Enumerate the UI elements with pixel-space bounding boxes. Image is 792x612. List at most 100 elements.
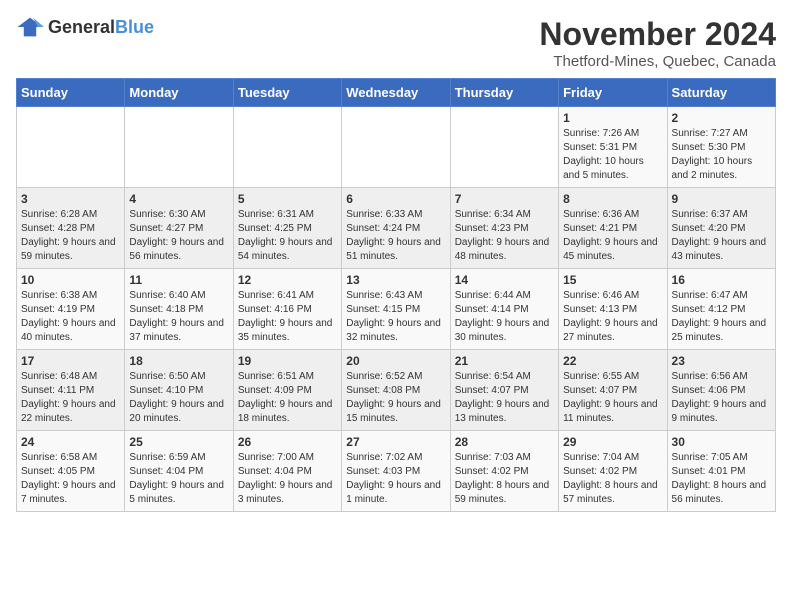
calendar-cell: 30 Sunrise: 7:05 AM Sunset: 4:01 PM Dayli… — [667, 431, 775, 512]
day-info: Sunrise: 6:55 AM Sunset: 4:07 PM Dayligh… — [563, 370, 662, 426]
day-number: 7 — [455, 192, 554, 206]
day-info: Sunrise: 7:26 AM Sunset: 5:31 PM Dayligh… — [563, 127, 662, 183]
calendar-cell: 12 Sunrise: 6:41 AM Sunset: 4:16 PM Dayli… — [233, 269, 341, 350]
day-number: 21 — [455, 354, 554, 368]
day-number: 3 — [21, 192, 120, 206]
day-number: 30 — [672, 435, 771, 449]
calendar-cell: 7 Sunrise: 6:34 AM Sunset: 4:23 PM Daylig… — [450, 188, 558, 269]
calendar-cell: 26 Sunrise: 7:00 AM Sunset: 4:04 PM Dayli… — [233, 431, 341, 512]
day-info: Sunrise: 6:38 AM Sunset: 4:19 PM Dayligh… — [21, 289, 120, 345]
day-number: 27 — [346, 435, 445, 449]
calendar-cell: 8Sunrise: 6:36 AM Sunset: 4:21 PM Daylig… — [559, 188, 667, 269]
calendar-cell: 5Sunrise: 6:31 AM Sunset: 4:25 PM Daylig… — [233, 188, 341, 269]
day-number: 11 — [129, 273, 228, 287]
month-title: November 2024 — [539, 16, 776, 53]
calendar-cell: 28 Sunrise: 7:03 AM Sunset: 4:02 PM Dayli… — [450, 431, 558, 512]
week-row-3: 17 Sunrise: 6:48 AM Sunset: 4:11 PM Dayli… — [17, 350, 776, 431]
day-info: Sunrise: 7:04 AM Sunset: 4:02 PM Dayligh… — [563, 451, 662, 507]
logo-blue: Blue — [115, 17, 154, 38]
calendar-cell — [342, 107, 450, 188]
calendar-cell — [125, 107, 233, 188]
calendar-cell: 16Sunrise: 6:47 AM Sunset: 4:12 PM Dayli… — [667, 269, 775, 350]
day-info: Sunrise: 6:34 AM Sunset: 4:23 PM Dayligh… — [455, 208, 554, 264]
day-info: Sunrise: 6:58 AM Sunset: 4:05 PM Dayligh… — [21, 451, 120, 507]
week-row-1: 3 Sunrise: 6:28 AM Sunset: 4:28 PM Daylig… — [17, 188, 776, 269]
day-number: 16 — [672, 273, 771, 287]
day-number: 9 — [672, 192, 771, 206]
day-number: 17 — [21, 354, 120, 368]
day-number: 24 — [21, 435, 120, 449]
day-info: Sunrise: 7:05 AM Sunset: 4:01 PM Dayligh… — [672, 451, 771, 507]
day-number: 15 — [563, 273, 662, 287]
header-sunday: Sunday — [17, 79, 125, 107]
day-number: 12 — [238, 273, 337, 287]
calendar-cell — [233, 107, 341, 188]
calendar-cell — [450, 107, 558, 188]
location-subtitle: Thetford-Mines, Quebec, Canada — [539, 53, 776, 70]
calendar-cell: 10 Sunrise: 6:38 AM Sunset: 4:19 PM Dayli… — [17, 269, 125, 350]
day-info: Sunrise: 6:40 AM Sunset: 4:18 PM Dayligh… — [129, 289, 228, 345]
day-info: Sunrise: 6:28 AM Sunset: 4:28 PM Dayligh… — [21, 208, 120, 264]
week-row-2: 10 Sunrise: 6:38 AM Sunset: 4:19 PM Dayli… — [17, 269, 776, 350]
calendar-header-row: SundayMondayTuesdayWednesdayThursdayFrid… — [17, 79, 776, 107]
day-number: 10 — [21, 273, 120, 287]
day-number: 4 — [129, 192, 228, 206]
calendar-cell: 17 Sunrise: 6:48 AM Sunset: 4:11 PM Dayli… — [17, 350, 125, 431]
week-row-0: 1 Sunrise: 7:26 AM Sunset: 5:31 PM Daylig… — [17, 107, 776, 188]
day-number: 19 — [238, 354, 337, 368]
calendar-cell: 3 Sunrise: 6:28 AM Sunset: 4:28 PM Daylig… — [17, 188, 125, 269]
day-info: Sunrise: 6:52 AM Sunset: 4:08 PM Dayligh… — [346, 370, 445, 426]
header-wednesday: Wednesday — [342, 79, 450, 107]
day-info: Sunrise: 6:59 AM Sunset: 4:04 PM Dayligh… — [129, 451, 228, 507]
day-info: Sunrise: 6:44 AM Sunset: 4:14 PM Dayligh… — [455, 289, 554, 345]
day-number: 8 — [563, 192, 662, 206]
calendar-cell: 4 Sunrise: 6:30 AM Sunset: 4:27 PM Daylig… — [125, 188, 233, 269]
day-number: 29 — [563, 435, 662, 449]
day-number: 28 — [455, 435, 554, 449]
day-info: Sunrise: 6:56 AM Sunset: 4:06 PM Dayligh… — [672, 370, 771, 426]
calendar-cell: 27Sunrise: 7:02 AM Sunset: 4:03 PM Dayli… — [342, 431, 450, 512]
day-info: Sunrise: 6:33 AM Sunset: 4:24 PM Dayligh… — [346, 208, 445, 264]
day-number: 23 — [672, 354, 771, 368]
logo-general: General — [48, 17, 115, 38]
day-info: Sunrise: 6:41 AM Sunset: 4:16 PM Dayligh… — [238, 289, 337, 345]
day-number: 2 — [672, 111, 771, 125]
header-saturday: Saturday — [667, 79, 775, 107]
calendar-cell: 24 Sunrise: 6:58 AM Sunset: 4:05 PM Dayli… — [17, 431, 125, 512]
day-number: 5 — [238, 192, 337, 206]
day-info: Sunrise: 7:00 AM Sunset: 4:04 PM Dayligh… — [238, 451, 337, 507]
calendar-cell: 2 Sunrise: 7:27 AM Sunset: 5:30 PM Daylig… — [667, 107, 775, 188]
calendar-table: SundayMondayTuesdayWednesdayThursdayFrid… — [16, 78, 776, 512]
day-number: 22 — [563, 354, 662, 368]
day-number: 25 — [129, 435, 228, 449]
day-number: 14 — [455, 273, 554, 287]
calendar-cell: 9 Sunrise: 6:37 AM Sunset: 4:20 PM Daylig… — [667, 188, 775, 269]
day-info: Sunrise: 7:03 AM Sunset: 4:02 PM Dayligh… — [455, 451, 554, 507]
calendar-cell: 18 Sunrise: 6:50 AM Sunset: 4:10 PM Dayli… — [125, 350, 233, 431]
calendar-cell: 11 Sunrise: 6:40 AM Sunset: 4:18 PM Dayli… — [125, 269, 233, 350]
day-info: Sunrise: 6:50 AM Sunset: 4:10 PM Dayligh… — [129, 370, 228, 426]
day-info: Sunrise: 6:48 AM Sunset: 4:11 PM Dayligh… — [21, 370, 120, 426]
logo-icon — [16, 16, 44, 38]
calendar-cell: 14 Sunrise: 6:44 AM Sunset: 4:14 PM Dayli… — [450, 269, 558, 350]
week-row-4: 24 Sunrise: 6:58 AM Sunset: 4:05 PM Dayli… — [17, 431, 776, 512]
calendar-cell: 25 Sunrise: 6:59 AM Sunset: 4:04 PM Dayli… — [125, 431, 233, 512]
day-info: Sunrise: 6:37 AM Sunset: 4:20 PM Dayligh… — [672, 208, 771, 264]
day-info: Sunrise: 7:27 AM Sunset: 5:30 PM Dayligh… — [672, 127, 771, 183]
day-number: 1 — [563, 111, 662, 125]
day-number: 6 — [346, 192, 445, 206]
day-info: Sunrise: 6:51 AM Sunset: 4:09 PM Dayligh… — [238, 370, 337, 426]
calendar-cell: 1 Sunrise: 7:26 AM Sunset: 5:31 PM Daylig… — [559, 107, 667, 188]
calendar-cell: 20Sunrise: 6:52 AM Sunset: 4:08 PM Dayli… — [342, 350, 450, 431]
calendar-cell: 15Sunrise: 6:46 AM Sunset: 4:13 PM Dayli… — [559, 269, 667, 350]
day-number: 18 — [129, 354, 228, 368]
day-number: 13 — [346, 273, 445, 287]
calendar-cell: 13Sunrise: 6:43 AM Sunset: 4:15 PM Dayli… — [342, 269, 450, 350]
calendar-cell: 21 Sunrise: 6:54 AM Sunset: 4:07 PM Dayli… — [450, 350, 558, 431]
day-info: Sunrise: 6:30 AM Sunset: 4:27 PM Dayligh… — [129, 208, 228, 264]
header-thursday: Thursday — [450, 79, 558, 107]
calendar-cell: 23 Sunrise: 6:56 AM Sunset: 4:06 PM Dayli… — [667, 350, 775, 431]
day-number: 26 — [238, 435, 337, 449]
day-info: Sunrise: 6:54 AM Sunset: 4:07 PM Dayligh… — [455, 370, 554, 426]
calendar-cell: 19 Sunrise: 6:51 AM Sunset: 4:09 PM Dayli… — [233, 350, 341, 431]
